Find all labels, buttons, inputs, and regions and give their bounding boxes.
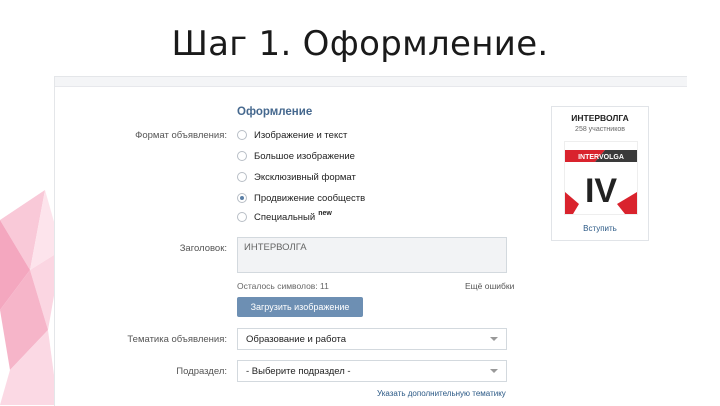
section-title: Оформление	[237, 106, 313, 118]
chevron-down-icon	[490, 369, 498, 373]
chars-left-counter: Осталось символов: 11	[237, 281, 329, 291]
subsection-label: Подраздел:	[176, 366, 227, 377]
additional-theme-link[interactable]: Указать дополнительную тематику	[377, 389, 506, 398]
theme-select-value: Образование и работа	[246, 333, 347, 345]
ad-preview-card: ИНТЕРВОЛГА 258 участников INTERVOLGA IV …	[551, 106, 649, 241]
radio-icon	[237, 172, 247, 182]
logo-wordmark: INTERVOLGA	[578, 154, 624, 161]
join-button[interactable]: Вступить	[552, 224, 648, 233]
new-badge: new	[318, 209, 332, 217]
format-option-large-image[interactable]: Большое изображение	[237, 149, 355, 163]
format-option-label: Продвижение сообществ	[254, 192, 366, 204]
subsection-select[interactable]: - Выберите подраздел -	[237, 360, 507, 382]
format-option-label: Большое изображение	[254, 150, 355, 162]
panel-top-bar	[55, 77, 687, 87]
upload-image-button[interactable]: Загрузить изображение	[237, 297, 363, 317]
chevron-down-icon	[490, 337, 498, 341]
headline-input[interactable]: ИНТЕРВОЛГА	[237, 237, 507, 273]
format-option-label: Эксклюзивный формат	[254, 171, 356, 183]
intervolga-logo-icon: INTERVOLGA IV	[565, 142, 637, 214]
headline-label: Заголовок:	[179, 243, 227, 254]
ad-settings-panel: Оформление Формат объявления: Изображени…	[54, 76, 687, 406]
theme-label: Тематика объявления:	[127, 334, 227, 345]
extra-link[interactable]: Ещё ошибки	[465, 281, 514, 291]
radio-icon	[237, 212, 247, 222]
format-option-exclusive[interactable]: Эксклюзивный формат	[237, 170, 356, 184]
preview-title[interactable]: ИНТЕРВОЛГА	[552, 113, 648, 123]
preview-logo-image: INTERVOLGA IV	[564, 141, 638, 215]
format-option-label: Специальный	[254, 211, 316, 223]
format-option-community-promotion[interactable]: Продвижение сообществ	[237, 191, 365, 205]
subsection-select-value: - Выберите подраздел -	[246, 365, 351, 377]
radio-icon	[237, 130, 247, 140]
slide-title: Шаг 1. Оформление.	[171, 24, 549, 64]
preview-members: 258 участников	[575, 126, 625, 133]
theme-select[interactable]: Образование и работа	[237, 328, 507, 350]
radio-icon	[237, 151, 247, 161]
logo-letters: IV	[585, 172, 617, 210]
radio-selected-icon	[237, 193, 247, 203]
format-label: Формат объявления:	[135, 130, 227, 141]
format-option-label: Изображение и текст	[254, 129, 348, 141]
format-option-image-text[interactable]: Изображение и текст	[237, 128, 347, 142]
format-option-special[interactable]: Специальный new	[237, 210, 332, 224]
